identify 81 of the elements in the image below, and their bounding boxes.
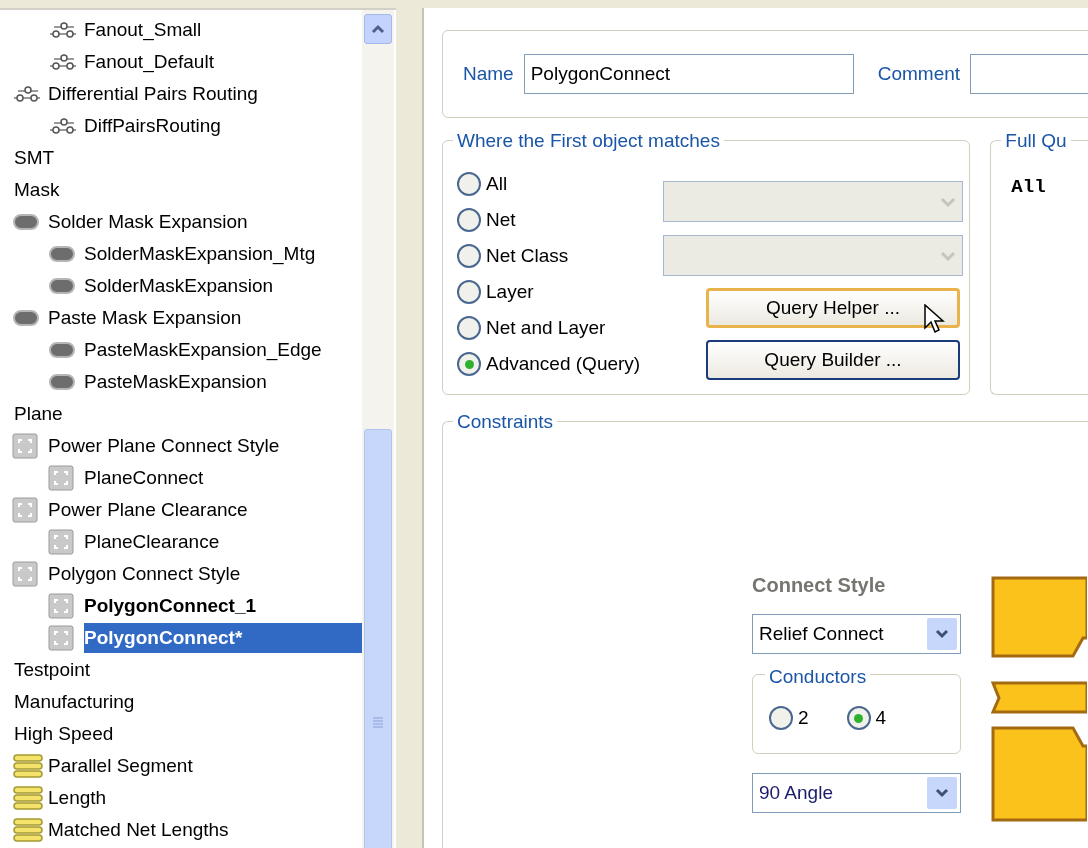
tree-item[interactable]: High Speed bbox=[14, 719, 116, 749]
radio-option[interactable]: 4 bbox=[846, 705, 887, 731]
square-icon bbox=[12, 561, 38, 587]
radio-option[interactable]: Net Class bbox=[457, 243, 663, 269]
radio-option[interactable]: 2 bbox=[769, 705, 809, 731]
square-icon bbox=[48, 529, 74, 555]
query-button[interactable]: Query Builder ... bbox=[706, 340, 960, 380]
radio-button[interactable] bbox=[457, 172, 481, 196]
tree-item[interactable]: Fanout_Default bbox=[84, 47, 216, 77]
connect-style-dropdown[interactable]: Relief Connect bbox=[752, 614, 961, 654]
tree-item[interactable]: PlaneConnect bbox=[84, 463, 206, 493]
caret-down-icon bbox=[940, 250, 956, 261]
radio-button[interactable] bbox=[457, 316, 481, 340]
tree-item[interactable]: PolygonConnect* bbox=[84, 623, 362, 653]
square-icon bbox=[48, 465, 74, 491]
radio-option[interactable]: Advanced (Query) bbox=[457, 351, 663, 377]
comment-field[interactable] bbox=[970, 54, 1088, 94]
tree-item[interactable]: Power Plane Clearance bbox=[48, 495, 250, 525]
pill-icon bbox=[12, 213, 40, 231]
radio-button[interactable] bbox=[457, 208, 481, 232]
pill-icon bbox=[48, 373, 76, 391]
radio-option[interactable]: All bbox=[457, 171, 663, 197]
tree-item[interactable]: Power Plane Connect Style bbox=[48, 431, 282, 461]
radio-option[interactable]: Net and Layer bbox=[457, 315, 663, 341]
angle-dropdown[interactable]: 90 Angle bbox=[752, 773, 961, 813]
square-icon bbox=[48, 593, 74, 619]
tree-item[interactable]: Parallel Segment bbox=[48, 751, 195, 781]
tree-item[interactable]: Manufacturing bbox=[14, 687, 137, 717]
radio-button[interactable] bbox=[846, 706, 871, 730]
tree-item[interactable]: PolygonConnect_1 bbox=[84, 591, 259, 621]
pill-icon bbox=[48, 245, 76, 263]
name-field[interactable]: PolygonConnect bbox=[523, 54, 854, 94]
query-text: All bbox=[1011, 175, 1047, 200]
tree-item[interactable]: PasteMaskExpansion bbox=[84, 367, 269, 397]
tree-item[interactable]: Paste Mask Expansion bbox=[48, 303, 244, 333]
square-icon bbox=[12, 497, 38, 523]
tree-item[interactable]: SolderMaskExpansion bbox=[84, 271, 276, 301]
tree-item[interactable]: PasteMaskExpansion_Edge bbox=[84, 335, 324, 365]
pill-icon bbox=[12, 309, 40, 327]
radio-button[interactable] bbox=[457, 244, 481, 268]
tree-item[interactable]: Testpoint bbox=[14, 655, 93, 685]
grip-icon bbox=[372, 716, 384, 728]
connector-icon bbox=[48, 21, 78, 39]
tree-item[interactable]: DiffPairsRouting bbox=[84, 111, 223, 141]
query-button[interactable]: Query Helper ... bbox=[706, 288, 960, 328]
comment-label: Comment bbox=[877, 61, 961, 86]
name-label: Name bbox=[463, 61, 514, 86]
tree-item[interactable]: PlaneClearance bbox=[84, 527, 222, 557]
caret-down-icon bbox=[935, 788, 949, 798]
radio-button[interactable] bbox=[769, 706, 793, 730]
connector-icon bbox=[12, 85, 42, 103]
tree-item[interactable]: Polygon Connect Style bbox=[48, 559, 243, 589]
radio-button[interactable] bbox=[457, 280, 481, 304]
tree-item[interactable]: SMT bbox=[14, 143, 57, 173]
radio-option[interactable]: Layer bbox=[457, 279, 663, 305]
pill-icon bbox=[48, 341, 76, 359]
radio-button[interactable] bbox=[457, 352, 481, 376]
tree-item[interactable]: Fanout_Small bbox=[84, 15, 204, 45]
square-icon bbox=[12, 433, 38, 459]
tree-item[interactable]: Matched Net Lengths bbox=[48, 815, 231, 845]
scrollbar-thumb[interactable] bbox=[364, 429, 392, 848]
square-icon bbox=[48, 625, 74, 651]
radio-option[interactable]: Net bbox=[457, 207, 663, 233]
bone-icon bbox=[12, 753, 44, 779]
cursor-icon bbox=[924, 304, 946, 334]
connect-style-label: Connect Style bbox=[752, 573, 887, 598]
tree-item[interactable]: Mask bbox=[14, 175, 62, 205]
bone-icon bbox=[12, 785, 44, 811]
scroll-up-button[interactable] bbox=[364, 14, 392, 44]
caret-down-icon bbox=[940, 196, 956, 207]
connector-icon bbox=[48, 117, 78, 135]
caret-down-icon bbox=[935, 629, 949, 639]
bone-icon bbox=[12, 817, 44, 843]
tree-item[interactable]: Solder Mask Expansion bbox=[48, 207, 250, 237]
caret-up-icon bbox=[371, 24, 385, 34]
connector-icon bbox=[48, 53, 78, 71]
tree-item[interactable]: Differential Pairs Routing bbox=[48, 79, 260, 109]
tree-item[interactable]: SolderMaskExpansion_Mtg bbox=[84, 239, 318, 269]
tree-item[interactable]: Length bbox=[48, 783, 109, 813]
pill-icon bbox=[48, 277, 76, 295]
tree-item[interactable]: Plane bbox=[14, 399, 65, 429]
